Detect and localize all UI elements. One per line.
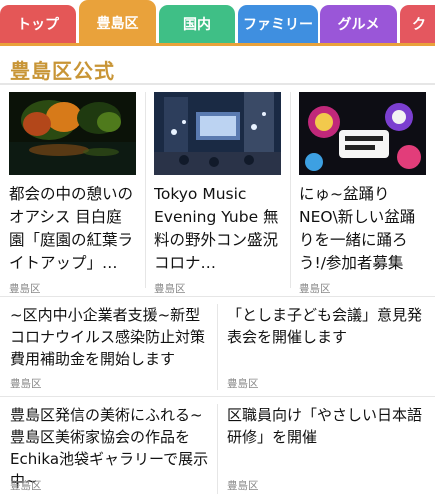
tab-family[interactable]: ファミリー <box>238 5 318 43</box>
list-item-source: 豊島区 <box>10 480 42 492</box>
news-card[interactable]: 都会の中の憩いのオアシス 目白庭園「庭園の紅葉ライトアップ」… 豊島区 <box>9 92 137 296</box>
list-item-title: 「としま子ども会議」意見発表会を開催します <box>227 306 423 346</box>
news-card[interactable]: Tokyo Music Evening Yube 無料の野外コン盛況 コロナ… … <box>154 92 282 296</box>
list-item[interactable]: ~区内中小企業者支援~新型コロナウイルス感染防止対策費用補助金を開始します <box>10 304 210 370</box>
section-divider <box>0 83 435 85</box>
card-source: 豊島区 <box>154 283 186 295</box>
item-divider <box>217 304 218 390</box>
list-item-source: 豊島区 <box>10 378 42 390</box>
tab-toshima[interactable]: 豊島区 <box>79 0 156 46</box>
tab-label: グルメ <box>337 17 380 33</box>
list-item-source: 豊島区 <box>227 480 259 492</box>
card-title: Tokyo Music Evening Yube 無料の野外コン盛況 コロナ… <box>154 185 279 272</box>
tab-label: 豊島区 <box>96 16 139 32</box>
tab-underline <box>0 43 435 46</box>
card-source: 豊島区 <box>9 283 41 295</box>
section-title: 豊島区公式 <box>10 59 115 83</box>
card-thumbnail-music-event <box>154 92 281 175</box>
card-divider <box>290 92 291 288</box>
tab-more[interactable]: ク <box>400 5 435 43</box>
tab-gourmet[interactable]: グルメ <box>320 5 397 43</box>
list-item-title: ~区内中小企業者支援~新型コロナウイルス感染防止対策費用補助金を開始します <box>10 306 206 368</box>
card-thumbnail-garden-lightup <box>9 92 136 175</box>
tab-top[interactable]: トップ <box>0 5 76 43</box>
row-divider <box>0 396 435 397</box>
tab-label: 国内 <box>183 17 211 33</box>
news-card[interactable]: にゅ~盆踊りNEO\新しい盆踊りを一緒に踊ろう!/参加者募集中!! 豊島区 <box>299 92 427 296</box>
item-divider <box>217 404 218 494</box>
list-item-title: 区職員向け「やさしい日本語研修」を開催 <box>227 406 423 446</box>
card-divider <box>145 92 146 288</box>
card-title: にゅ~盆踊りNEO\新しい盆踊りを一緒に踊ろう!/参加者募集中!! <box>299 185 416 272</box>
card-title: 都会の中の憩いのオアシス 目白庭園「庭園の紅葉ライトアップ」… <box>9 185 134 272</box>
row-divider <box>0 296 435 297</box>
tab-label: トップ <box>17 17 59 33</box>
card-thumbnail-bon-odori-poster <box>299 92 426 175</box>
list-item[interactable]: 区職員向け「やさしい日本語研修」を開催 <box>227 404 427 448</box>
list-item-source: 豊島区 <box>227 378 259 390</box>
list-item[interactable]: 「としま子ども会議」意見発表会を開催します <box>227 304 427 348</box>
tab-label: ク <box>412 17 426 33</box>
tab-label: ファミリー <box>243 17 313 33</box>
card-source: 豊島区 <box>299 283 331 295</box>
tab-domestic[interactable]: 国内 <box>159 5 235 43</box>
category-tab-bar: トップ 豊島区 国内 ファミリー グルメ ク <box>0 0 435 46</box>
